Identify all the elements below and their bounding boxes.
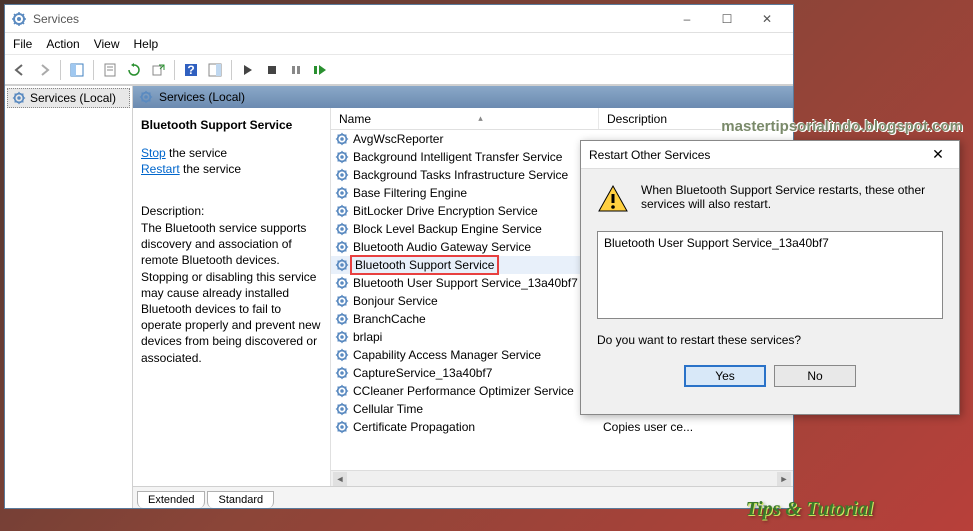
view-tabs: Extended Standard bbox=[133, 486, 793, 508]
stop-link[interactable]: Stop bbox=[141, 146, 166, 160]
service-name: BitLocker Drive Encryption Service bbox=[353, 204, 538, 218]
svg-text:?: ? bbox=[187, 63, 194, 77]
service-name: CaptureService_13a40bf7 bbox=[353, 366, 492, 380]
pane-header: Services (Local) bbox=[133, 86, 793, 108]
show-hide-tree-button[interactable] bbox=[66, 59, 88, 81]
service-row[interactable]: Certificate Propagation Copies user ce... bbox=[331, 418, 793, 436]
description-label: Description: bbox=[141, 204, 322, 218]
tree-root-label: Services (Local) bbox=[30, 91, 116, 105]
gear-icon bbox=[335, 186, 349, 200]
yes-button[interactable]: Yes bbox=[684, 365, 766, 387]
horizontal-scrollbar[interactable]: ◄ ► bbox=[331, 470, 793, 486]
back-button[interactable] bbox=[9, 59, 31, 81]
service-name: Certificate Propagation bbox=[353, 420, 475, 434]
warning-icon bbox=[597, 183, 629, 215]
service-name: Base Filtering Engine bbox=[353, 186, 467, 200]
tree-pane: Services (Local) bbox=[5, 86, 133, 508]
window-title: Services bbox=[33, 12, 667, 26]
service-description: Copies user ce... bbox=[599, 420, 793, 434]
menu-view[interactable]: View bbox=[94, 37, 120, 51]
gear-icon bbox=[335, 384, 349, 398]
restart-service-button[interactable] bbox=[309, 59, 331, 81]
help-button[interactable]: ? bbox=[180, 59, 202, 81]
action-pane-button[interactable] bbox=[204, 59, 226, 81]
refresh-button[interactable] bbox=[123, 59, 145, 81]
gear-icon bbox=[335, 204, 349, 218]
list-item[interactable]: Bluetooth User Support Service_13a40bf7 bbox=[604, 236, 936, 250]
dialog-question: Do you want to restart these services? bbox=[597, 333, 943, 347]
menu-help[interactable]: Help bbox=[134, 37, 159, 51]
detail-pane: Bluetooth Support Service Stop the servi… bbox=[133, 108, 331, 486]
gear-icon bbox=[335, 402, 349, 416]
service-name: Block Level Backup Engine Service bbox=[353, 222, 542, 236]
gear-icon bbox=[335, 366, 349, 380]
stop-service-button[interactable] bbox=[261, 59, 283, 81]
no-button[interactable]: No bbox=[774, 365, 856, 387]
gear-icon bbox=[335, 132, 349, 146]
restart-dialog: Restart Other Services ✕ When Bluetooth … bbox=[580, 140, 960, 415]
app-icon bbox=[11, 11, 27, 27]
forward-button[interactable] bbox=[33, 59, 55, 81]
gear-icon bbox=[335, 312, 349, 326]
menu-file[interactable]: File bbox=[13, 37, 32, 51]
scroll-left-button[interactable]: ◄ bbox=[333, 472, 347, 486]
service-name: Bluetooth Support Service bbox=[353, 258, 496, 272]
menu-action[interactable]: Action bbox=[46, 37, 79, 51]
start-service-button[interactable] bbox=[237, 59, 259, 81]
service-name: Bonjour Service bbox=[353, 294, 438, 308]
tab-standard[interactable]: Standard bbox=[207, 491, 274, 508]
service-name: CCleaner Performance Optimizer Service bbox=[353, 384, 574, 398]
gear-icon bbox=[335, 168, 349, 182]
service-name: Background Intelligent Transfer Service bbox=[353, 150, 562, 164]
gear-icon bbox=[335, 150, 349, 164]
scroll-right-button[interactable]: ► bbox=[777, 472, 791, 486]
service-name: Bluetooth Audio Gateway Service bbox=[353, 240, 531, 254]
tree-root-item[interactable]: Services (Local) bbox=[7, 88, 130, 108]
gear-icon bbox=[335, 240, 349, 254]
tab-extended[interactable]: Extended bbox=[137, 491, 205, 508]
pause-service-button[interactable] bbox=[285, 59, 307, 81]
dialog-titlebar[interactable]: Restart Other Services ✕ bbox=[581, 141, 959, 169]
gear-icon bbox=[139, 90, 153, 104]
export-button[interactable] bbox=[147, 59, 169, 81]
service-name: Background Tasks Infrastructure Service bbox=[353, 168, 568, 182]
close-button[interactable]: ✕ bbox=[747, 6, 787, 32]
service-name: AvgWscReporter bbox=[353, 132, 443, 146]
titlebar[interactable]: Services – ☐ ✕ bbox=[5, 5, 793, 33]
service-name: BranchCache bbox=[353, 312, 426, 326]
gear-icon bbox=[335, 276, 349, 290]
properties-button[interactable] bbox=[99, 59, 121, 81]
dialog-message: When Bluetooth Support Service restarts,… bbox=[641, 183, 943, 215]
dependent-services-list[interactable]: Bluetooth User Support Service_13a40bf7 bbox=[597, 231, 943, 319]
site-logo: Tips & Tutorial bbox=[746, 498, 873, 521]
column-name[interactable]: Name▴ bbox=[331, 108, 599, 129]
dialog-close-button[interactable]: ✕ bbox=[925, 144, 951, 166]
pane-header-title: Services (Local) bbox=[159, 90, 245, 104]
dialog-title: Restart Other Services bbox=[589, 148, 925, 162]
toolbar: ? bbox=[5, 55, 793, 85]
gear-icon bbox=[335, 348, 349, 362]
minimize-button[interactable]: – bbox=[667, 6, 707, 32]
gear-icon bbox=[335, 330, 349, 344]
selected-service-title: Bluetooth Support Service bbox=[141, 118, 322, 132]
gear-icon bbox=[335, 258, 349, 272]
service-name: Cellular Time bbox=[353, 402, 423, 416]
gear-icon bbox=[335, 294, 349, 308]
restart-link[interactable]: Restart bbox=[141, 162, 180, 176]
maximize-button[interactable]: ☐ bbox=[707, 6, 747, 32]
service-name: brlapi bbox=[353, 330, 382, 344]
gear-icon bbox=[12, 91, 26, 105]
gear-icon bbox=[335, 420, 349, 434]
service-name: Bluetooth User Support Service_13a40bf7 bbox=[353, 276, 578, 290]
description-text: The Bluetooth service supports discovery… bbox=[141, 220, 322, 366]
service-name: Capability Access Manager Service bbox=[353, 348, 541, 362]
menubar: File Action View Help bbox=[5, 33, 793, 55]
gear-icon bbox=[335, 222, 349, 236]
watermark: mastertipsorialindo.blogspot.com bbox=[721, 118, 963, 135]
